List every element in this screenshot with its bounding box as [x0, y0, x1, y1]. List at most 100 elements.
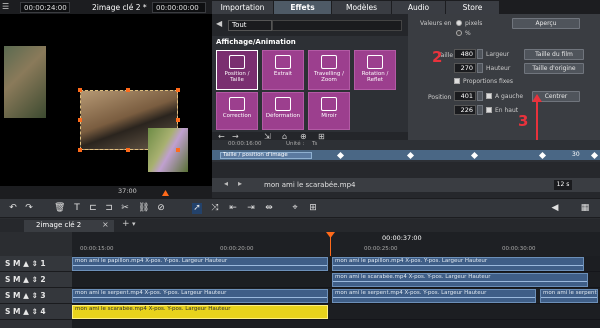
track-lane-3[interactable]: mon ami le serpent.mp4 X-pos. Y-pos. Lar…: [72, 288, 600, 304]
preview-playhead-marker[interactable]: [162, 190, 169, 196]
position-size-icon: [229, 55, 245, 69]
clip-info-inner: ◂ ▸ mon ami le scarabée.mp4 12 s: [212, 178, 600, 192]
track-lane-4[interactable]: mon ami le scarabée.mp4 X-pos. Y-pos. La…: [72, 304, 600, 320]
timeline-clip-selected[interactable]: mon ami le scarabée.mp4 X-pos. Y-pos. La…: [72, 305, 328, 319]
timeline-clip[interactable]: mon ami le serpent.mp4 X-pos. Y-pos. Lar…: [332, 289, 536, 303]
track-lane-2[interactable]: mon ami le scarabée.mp4 X-pos. Y-pos. La…: [72, 272, 600, 288]
unit-value[interactable]: Ts: [312, 141, 317, 147]
tab-effets[interactable]: Effets: [274, 1, 332, 14]
align-left-checkbox[interactable]: [486, 93, 492, 99]
add-tab-icon[interactable]: +: [122, 219, 130, 229]
radio-pixels-label: pixels: [465, 20, 483, 27]
fx-rotation-reflet[interactable]: Rotation / Reflet: [354, 50, 396, 90]
height-label: Hauteur: [486, 65, 511, 72]
redo-icon[interactable]: ↷: [24, 203, 34, 214]
resize-handle[interactable]: [126, 148, 130, 152]
unit-label: Unité :: [286, 141, 305, 147]
timeline-clip[interactable]: mon ami le papillon.mp4 X-pos. Y-pos. La…: [332, 257, 584, 271]
zoom-icon: [321, 55, 337, 69]
insert-icon[interactable]: ⊞: [308, 203, 318, 214]
project-tab[interactable]: 2image clé 2: [24, 220, 114, 232]
magnet-icon[interactable]: ⌖: [290, 203, 300, 214]
track-header-4[interactable]: S M ▲ ⇕ 4: [0, 304, 72, 320]
move-tool-icon[interactable]: ⤨: [210, 203, 220, 214]
marker-icon[interactable]: ⊏: [88, 203, 98, 214]
proportions-checkbox[interactable]: [454, 78, 460, 84]
pos-y-input[interactable]: 226: [454, 105, 476, 115]
height-spinner[interactable]: [477, 63, 483, 73]
timeline-clip[interactable]: mon ami le scarabée.mp4 X-pos. Y-pos. La…: [332, 273, 588, 287]
tab-store[interactable]: Store: [446, 1, 500, 14]
cut-icon[interactable]: ✂: [120, 203, 130, 214]
link-icon[interactable]: ⛓: [138, 203, 149, 214]
radio-pixels[interactable]: [456, 20, 462, 26]
preview-ruler[interactable]: 37:00: [0, 186, 212, 198]
zoom-level[interactable]: 12 s: [554, 180, 572, 190]
resize-handle[interactable]: [176, 88, 180, 92]
undo-icon[interactable]: ↶: [8, 203, 18, 214]
resize-handle[interactable]: [78, 148, 82, 152]
effects-category-label: Affichage/Animation: [216, 38, 296, 46]
fx-correction[interactable]: Correction: [216, 92, 258, 130]
track-header-2[interactable]: S M ▲ ⇕ 2: [0, 272, 72, 288]
keyframe-lane-label: Taille / position d'image: [220, 152, 312, 159]
timeline-clip[interactable]: mon ami le papillon.mp4 X-pos. Y-pos. La…: [72, 257, 328, 271]
next-icon[interactable]: ▸: [238, 179, 242, 188]
volume-icon[interactable]: ◀: [550, 203, 560, 214]
keyframe-panel: 00:00:16:00 Unité : Ts Taille / position…: [212, 140, 600, 162]
fx-position-taille[interactable]: Position / Taille: [216, 50, 258, 90]
apercu-button[interactable]: Aperçu: [512, 18, 580, 29]
width-spinner[interactable]: [477, 49, 483, 59]
pos-y-spinner[interactable]: [477, 105, 483, 115]
taille-origine-button[interactable]: Taille d'origine: [524, 63, 584, 74]
close-tab-icon[interactable]: ×: [102, 220, 109, 229]
timeline-ruler[interactable]: 00:00:37:00 00:00:15:00 00:00:20:00 00:0…: [72, 232, 600, 256]
timeline-clip[interactable]: mon ami le serpent.mp4 X-pos. Y-pos. Lar…: [72, 289, 328, 303]
radio-percent[interactable]: [456, 30, 462, 36]
chevron-down-icon[interactable]: ▾: [132, 220, 136, 228]
tab-modeles[interactable]: Modèles: [332, 1, 392, 14]
tab-importation[interactable]: Importation: [212, 1, 274, 14]
effects-category-dropdown[interactable]: Tout: [228, 20, 272, 31]
fx-extrait[interactable]: Extrait: [262, 50, 304, 90]
text-icon[interactable]: T: [72, 203, 82, 214]
edit-toolbar: ↶ ↷ 🗑 T ⊏ ⊐ ✂ ⛓ ⊘ ➚ ⤨ ⇤ ⇥ ⇹ ⌖ ⊞ ◀ ▦: [0, 198, 600, 218]
delete-icon[interactable]: 🗑: [54, 203, 65, 214]
resize-handle[interactable]: [78, 88, 82, 92]
effects-search-input[interactable]: [272, 20, 402, 31]
pointer-tool-icon[interactable]: ➚: [192, 203, 202, 214]
unlink-icon[interactable]: ⊘: [156, 203, 166, 214]
grid-icon[interactable]: ▦: [580, 203, 590, 214]
range-tool-icon[interactable]: ⇤: [228, 203, 238, 214]
prev-icon[interactable]: ◂: [224, 179, 228, 188]
track-lane-1[interactable]: mon ami le papillon.mp4 X-pos. Y-pos. La…: [72, 256, 600, 272]
trim-tool-icon[interactable]: ⇥: [246, 203, 256, 214]
pos-x-label: A gauche: [495, 93, 524, 100]
back-arrow-icon[interactable]: ◀: [216, 19, 226, 29]
ruler-tick-label: 00:00:15:00: [80, 246, 114, 252]
taille-du-film-button[interactable]: Taille du film: [524, 49, 584, 60]
width-input[interactable]: 480: [454, 49, 476, 59]
resize-handle[interactable]: [176, 148, 180, 152]
height-input[interactable]: 270: [454, 63, 476, 73]
tab-audio[interactable]: Audio: [392, 1, 446, 14]
preview-ruler-time: 37:00: [118, 187, 137, 195]
resize-handle[interactable]: [126, 88, 130, 92]
pos-x-spinner[interactable]: [477, 91, 483, 101]
align-top-checkbox[interactable]: [486, 107, 492, 113]
preview-clip-serpent: [148, 128, 188, 172]
resize-handle[interactable]: [78, 118, 82, 122]
resize-handle[interactable]: [176, 118, 180, 122]
video-preview[interactable]: [0, 14, 212, 186]
track-header-3[interactable]: S M ▲ ⇕ 3: [0, 288, 72, 304]
pos-x-input[interactable]: 401: [454, 91, 476, 101]
split-icon[interactable]: ⊐: [104, 203, 114, 214]
timeline-clip[interactable]: mon ami le serpent: [540, 289, 598, 303]
fx-miroir[interactable]: Miroir: [308, 92, 350, 130]
ripple-tool-icon[interactable]: ⇹: [264, 203, 274, 214]
fx-travelling-zoom[interactable]: Travelling / Zoom: [308, 50, 350, 90]
menu-icon[interactable]: ☰: [2, 2, 12, 12]
fx-deformation[interactable]: Déformation: [262, 92, 304, 130]
ruler-tick-label: 00:00:30:00: [502, 246, 536, 252]
track-header-1[interactable]: S M ▲ ⇕ 1: [0, 256, 72, 272]
